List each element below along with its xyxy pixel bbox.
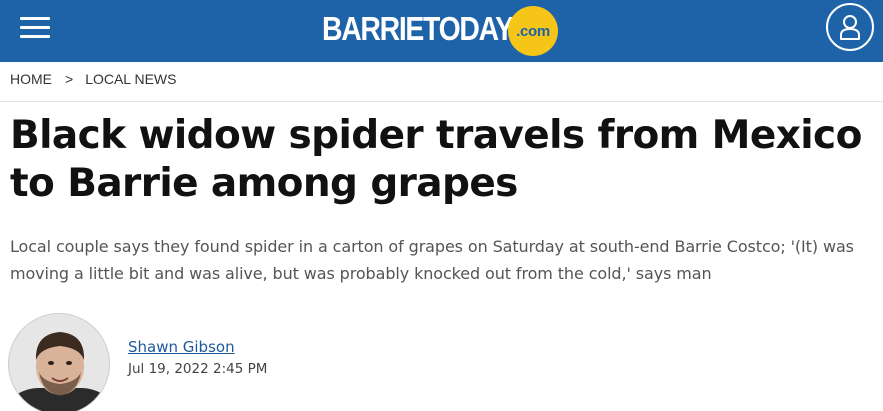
author-photo — [9, 314, 109, 411]
author-avatar[interactable] — [8, 313, 110, 411]
hamburger-menu-icon[interactable] — [20, 15, 52, 39]
author-name-link[interactable]: Shawn Gibson — [128, 338, 235, 356]
menu-line — [20, 26, 50, 29]
breadcrumb-home-link[interactable]: HOME — [10, 71, 52, 87]
menu-line — [20, 17, 50, 20]
publish-date: Jul 19, 2022 2:45 PM — [128, 361, 268, 377]
user-account-icon — [840, 15, 860, 40]
article-dek: Local couple says they found spider in a… — [10, 237, 854, 283]
article-headline: Black widow spider travels from Mexico t… — [10, 113, 862, 206]
account-button[interactable] — [826, 3, 874, 51]
site-header: BARRIETODAY .com — [0, 0, 883, 62]
logo-com-badge: .com — [508, 6, 558, 56]
header-divider — [0, 101, 883, 102]
breadcrumb-separator: > — [65, 71, 74, 87]
breadcrumb: HOME > LOCAL NEWS — [10, 70, 176, 88]
logo-wordmark: BARRIETODAY — [322, 10, 514, 47]
menu-line — [20, 35, 50, 38]
site-logo[interactable]: BARRIETODAY .com — [322, 4, 562, 56]
breadcrumb-section-link[interactable]: LOCAL NEWS — [85, 71, 176, 87]
